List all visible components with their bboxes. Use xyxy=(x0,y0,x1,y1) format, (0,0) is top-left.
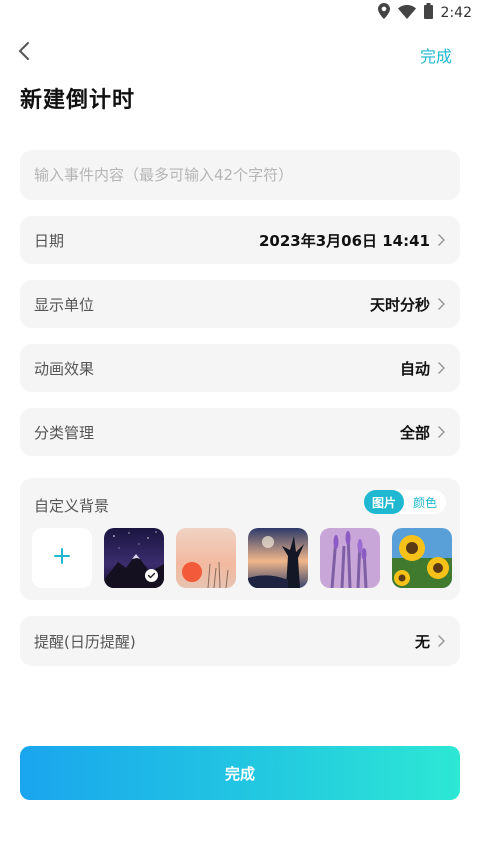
display-unit-value-group: 天时分秒 xyxy=(370,294,446,315)
status-icons: 2:42 xyxy=(377,3,472,23)
chevron-right-icon xyxy=(436,425,446,439)
animation-effect-value-group: 自动 xyxy=(400,358,446,379)
reminder-value: 无 xyxy=(414,632,430,651)
custom-background-card: 自定义背景 图片 颜色 xyxy=(20,478,460,600)
back-button[interactable] xyxy=(10,38,38,68)
chevron-right-icon xyxy=(436,361,446,375)
reminder-value-group: 无 xyxy=(415,631,446,652)
background-type-toggle: 图片 颜色 xyxy=(364,490,446,514)
display-unit-value: 天时分秒 xyxy=(369,295,430,314)
location-icon xyxy=(377,3,390,23)
background-thumbnails xyxy=(32,528,452,588)
sunflowers-image xyxy=(392,528,452,588)
custom-background-label: 自定义背景 xyxy=(34,497,110,515)
event-content-input[interactable] xyxy=(20,150,460,200)
category-label: 分类管理 xyxy=(34,423,95,442)
battery-icon xyxy=(423,3,433,23)
lavender-image xyxy=(320,528,380,588)
animation-effect-label: 动画效果 xyxy=(34,359,95,378)
category-row[interactable]: 分类管理 全部 xyxy=(20,408,460,456)
category-value: 全部 xyxy=(399,423,430,442)
background-thumbnail-night-mountain[interactable] xyxy=(104,528,164,588)
tab-color[interactable]: 颜色 xyxy=(404,490,446,514)
tree-silhouette-image xyxy=(248,528,308,588)
event-input-card xyxy=(20,150,460,200)
add-background-button[interactable] xyxy=(32,528,92,588)
plus-icon xyxy=(53,547,71,569)
category-value-group: 全部 xyxy=(400,422,446,443)
top-bar: 完成 xyxy=(0,36,480,72)
background-thumbnail-tree[interactable] xyxy=(248,528,308,588)
background-thumbnail-lavender[interactable] xyxy=(320,528,380,588)
animation-effect-value: 自动 xyxy=(399,359,430,378)
status-bar: 2:42 xyxy=(0,0,480,26)
date-label: 日期 xyxy=(34,231,65,250)
tab-image[interactable]: 图片 xyxy=(364,490,404,514)
chevron-right-icon xyxy=(436,297,446,311)
display-unit-label: 显示单位 xyxy=(34,295,95,314)
animation-effect-row[interactable]: 动画效果 自动 xyxy=(20,344,460,392)
header-done-button[interactable]: 完成 xyxy=(420,43,452,67)
chevron-right-icon xyxy=(436,634,446,648)
wifi-icon xyxy=(397,4,416,23)
date-value: 2023年3月06日 14:41 xyxy=(258,231,430,250)
background-thumbnail-sunset[interactable] xyxy=(176,528,236,588)
display-unit-row[interactable]: 显示单位 天时分秒 xyxy=(20,280,460,328)
date-value-group: 2023年3月06日 14:41 xyxy=(259,230,446,251)
status-time: 2:42 xyxy=(440,5,472,21)
date-row[interactable]: 日期 2023年3月06日 14:41 xyxy=(20,216,460,264)
reminder-row[interactable]: 提醒(日历提醒) 无 xyxy=(20,616,460,666)
background-thumbnail-sunflowers[interactable] xyxy=(392,528,452,588)
page-title: 新建倒计时 xyxy=(20,88,136,113)
submit-button[interactable]: 完成 xyxy=(20,746,460,800)
back-arrow-icon xyxy=(18,41,30,65)
reminder-label: 提醒(日历提醒) xyxy=(34,632,136,651)
chevron-right-icon xyxy=(436,233,446,247)
sunset-image xyxy=(176,528,236,588)
selected-check-icon xyxy=(145,569,158,582)
